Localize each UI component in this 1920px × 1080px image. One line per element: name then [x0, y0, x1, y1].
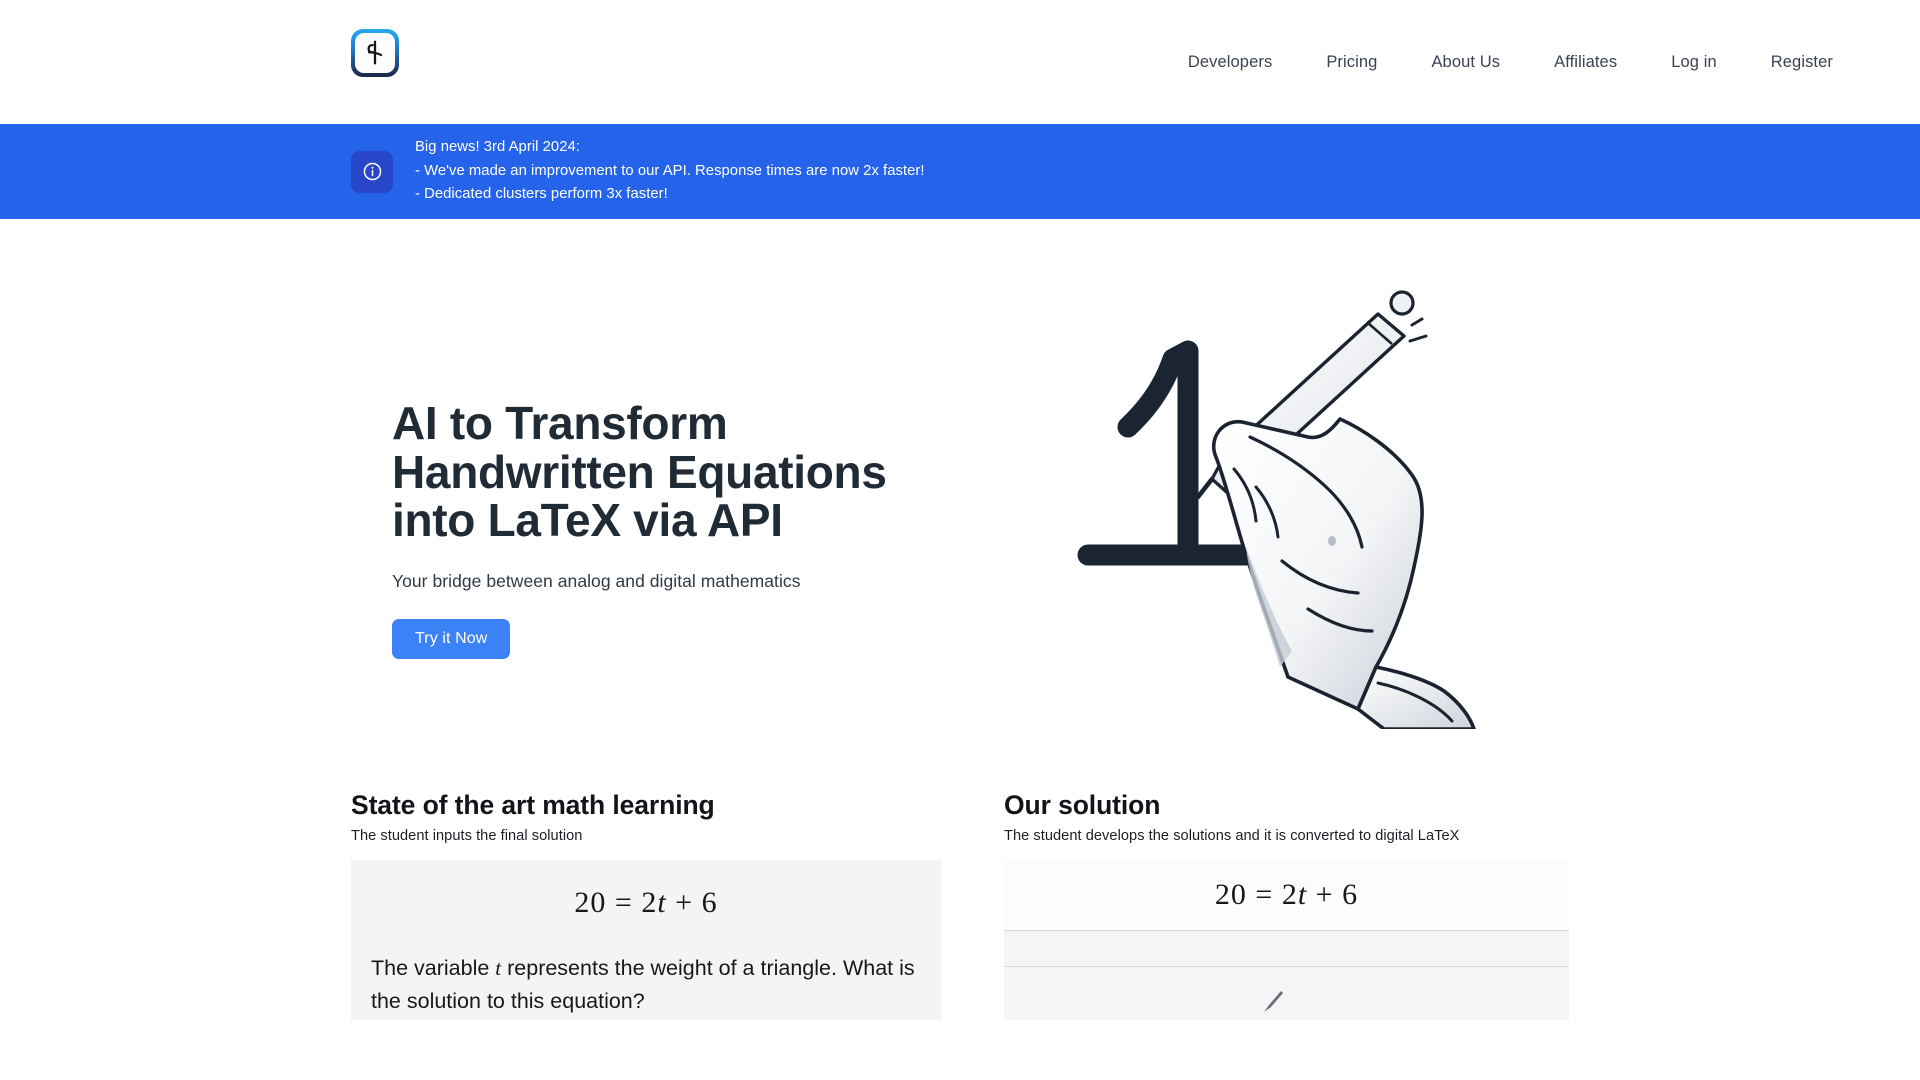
hero-copy: AI to Transform Handwritten Equations in…	[392, 399, 952, 659]
hero-section: AI to Transform Handwritten Equations in…	[0, 219, 1920, 789]
left-column-subtitle: The student inputs the final solution	[351, 828, 583, 844]
nav-item-about-us[interactable]: About Us	[1404, 53, 1527, 72]
info-icon	[351, 150, 393, 193]
notebook-row	[1004, 966, 1569, 1020]
main-navigation: Developers Pricing About Us Affiliates L…	[1161, 0, 1920, 124]
page-title: AI to Transform Handwritten Equations in…	[392, 399, 952, 545]
hero-subtitle: Your bridge between analog and digital m…	[392, 570, 801, 591]
banner-line-1: Big news! 3rd April 2024:	[415, 138, 580, 155]
announcement-banner: Big news! 3rd April 2024: - We've made a…	[0, 124, 1920, 219]
nav-item-affiliates[interactable]: Affiliates	[1527, 53, 1644, 72]
right-notebook-panel: 20 = 2t + 6	[1004, 860, 1569, 1020]
banner-line-2: - We've made an improvement to our API. …	[415, 162, 925, 179]
site-header: Developers Pricing About Us Affiliates L…	[0, 0, 1920, 124]
banner-line-3: - Dedicated clusters perform 3x faster!	[415, 186, 668, 203]
hero-title-line-2: Handwritten Equations	[392, 445, 887, 498]
hero-illustration	[1040, 279, 1510, 729]
right-column-subtitle: The student develops the solutions and i…	[1004, 828, 1460, 844]
right-column: Our solution The student develops the so…	[1004, 789, 1569, 1020]
nav-item-developers[interactable]: Developers	[1161, 53, 1299, 72]
hero-title-line-3: into LaTeX via API	[392, 494, 783, 546]
nav-item-pricing[interactable]: Pricing	[1299, 53, 1404, 72]
notebook-row	[1004, 930, 1569, 966]
right-column-title: Our solution	[1004, 790, 1161, 820]
pen-nib-icon	[367, 40, 383, 65]
left-problem-text: The variable t represents the weight of …	[351, 952, 941, 1018]
comparison-section: State of the art math learning The stude…	[0, 789, 1920, 1080]
left-equation-panel: 20 = 2t + 6 The variable t represents th…	[351, 860, 941, 1020]
robotic-hand-glyph	[1211, 417, 1476, 729]
left-column: State of the art math learning The stude…	[351, 789, 941, 1020]
left-equation-post: + 6	[666, 886, 718, 919]
left-equation-var: t	[657, 886, 667, 919]
site-logo[interactable]	[351, 29, 399, 77]
logo-inner	[355, 33, 395, 73]
banner-text-block: Big news! 3rd April 2024: - We've made a…	[415, 136, 925, 207]
left-column-title: State of the art math learning	[351, 790, 715, 820]
hero-title-line-1: AI to Transform	[392, 397, 728, 449]
left-equation: 20 = 2t + 6	[351, 886, 941, 920]
logo-badge	[351, 29, 399, 77]
pen-tip-icon	[1264, 991, 1283, 1012]
try-it-now-button[interactable]: Try it Now	[392, 618, 511, 659]
right-equation-var: t	[1297, 878, 1308, 911]
right-equation-row: 20 = 2t + 6	[1004, 860, 1569, 930]
right-equation-post: + 6	[1307, 878, 1359, 911]
right-equation-pre: 20 = 2	[1214, 878, 1298, 911]
nav-item-log-in[interactable]: Log in	[1644, 53, 1744, 72]
right-equation: 20 = 2t + 6	[1215, 878, 1358, 912]
left-equation-pre: 20 = 2	[574, 886, 658, 919]
left-body-pre: The variable	[371, 956, 496, 980]
nav-item-register[interactable]: Register	[1744, 53, 1860, 72]
